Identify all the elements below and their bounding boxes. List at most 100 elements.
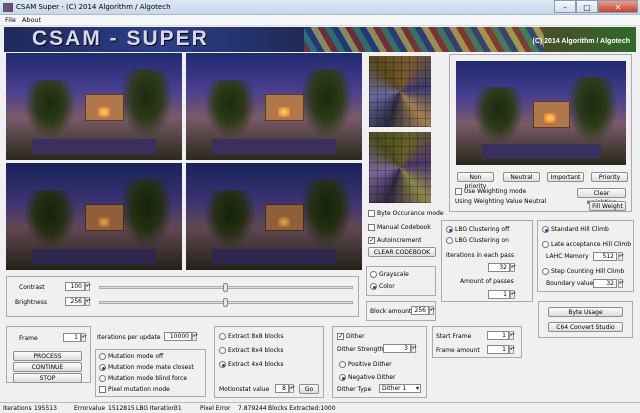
codebook-preview [369, 56, 431, 127]
frame-input[interactable]: 1 [63, 333, 81, 342]
dither-strength-spinner[interactable]: ▲▼ [411, 344, 417, 353]
autoincrement-checkbox[interactable]: Autoincrement [368, 236, 421, 244]
motionstat-spinner[interactable]: ▲▼ [289, 384, 295, 393]
contrast-input[interactable]: 100 [65, 282, 85, 291]
mutation-mate-radio[interactable]: Mutation mode mate closest [99, 364, 194, 371]
iterations-pass-label: Iterations in each pass [446, 252, 514, 259]
status-bar: Iterations 195513 Errorvalue 1512815 LBG… [0, 402, 640, 413]
manual-codebook-checkbox[interactable]: Manual Codebook [368, 224, 431, 231]
menu-file[interactable]: File [5, 16, 16, 24]
title-bar: CSAM Super - (C) 2014 Algorithm / Algote… [0, 0, 640, 15]
frame-amount-label: Frame amount [436, 347, 480, 354]
step-counting-radio[interactable]: Step Counting Hill Climb [542, 268, 624, 275]
mutation-blind-radio[interactable]: Mutation mode blind force [99, 375, 187, 382]
clear-weighting-button[interactable]: Clear weighting [577, 188, 626, 206]
lahc-memory-label: LAHC Memory [546, 253, 589, 260]
block-amount-label: Block amount [370, 308, 412, 315]
lbg-off-radio[interactable]: LBG Clustering off [446, 226, 509, 233]
motionstat-input[interactable]: 8 [275, 384, 289, 393]
important-button[interactable]: Important [547, 172, 584, 182]
frame-spinner[interactable]: ▲▼ [81, 333, 87, 342]
stop-button[interactable]: STOP [13, 373, 82, 383]
iterations-update-spinner[interactable]: ▲▼ [192, 332, 198, 341]
banner-title: CSAM - SUPER [32, 27, 209, 50]
late-acceptance-radio[interactable]: Late acceptance Hill Climb [542, 241, 631, 248]
status-iterations-value: 195513 [34, 405, 57, 412]
contrast-label: Contrast [19, 284, 45, 291]
dither-checkbox[interactable]: Dither [337, 332, 365, 340]
frame-label: Frame [19, 335, 38, 342]
process-button[interactable]: PROCESS [13, 351, 82, 361]
standard-hill-radio[interactable]: Standard Hill Climb [542, 226, 609, 233]
start-frame-input[interactable]: 1 [487, 331, 509, 340]
iterations-update-input[interactable]: 10000 [164, 332, 192, 341]
go-button[interactable]: Go [299, 384, 319, 394]
status-errorvalue-value: 1512815 [108, 405, 135, 412]
priority-button[interactable]: Priority [591, 172, 628, 182]
contrast-slider-thumb[interactable] [223, 283, 228, 292]
menu-bar: File About [0, 15, 640, 26]
clear-codebook-button[interactable]: CLEAR CODEBOOK [368, 247, 436, 257]
weighting-preview[interactable] [456, 61, 626, 165]
boundary-label: Boundary value [546, 280, 594, 287]
tools-panel: Byte Usage C64 Convert Studio [538, 301, 633, 338]
lbg-on-radio[interactable]: LBG Clustering on [446, 237, 509, 244]
passes-input[interactable]: 1 [488, 290, 510, 299]
status-pixel-label: Pixel Error [200, 405, 231, 412]
fill-weight-button[interactable]: Fill Weight [589, 201, 626, 211]
non-priority-button[interactable]: Non priority [457, 172, 494, 190]
block-amount-input[interactable]: 256 [411, 306, 429, 315]
maximize-button[interactable]: □ [576, 0, 598, 13]
negative-dither-radio[interactable]: Negative Dither [339, 374, 395, 381]
dither-type-select[interactable]: Dither 1 [379, 384, 421, 393]
mutation-off-radio[interactable]: Mutation mode off [99, 353, 163, 360]
brightness-slider-thumb[interactable] [223, 298, 228, 307]
lahc-memory-spinner[interactable]: ▲▼ [618, 252, 624, 261]
color-radio[interactable]: Color [370, 283, 395, 290]
boundary-spinner[interactable]: ▲▼ [618, 279, 624, 288]
status-pixel-value: 7.879244 [238, 405, 267, 412]
preview-image-processed [186, 53, 362, 160]
lahc-memory-input[interactable]: 512 [593, 252, 617, 261]
extract-8x4-radio[interactable]: Extract 8x4 blocks [219, 347, 284, 354]
extract-8x8-radio[interactable]: Extract 8x8 blocks [219, 333, 284, 340]
status-lbg-label: LBG Iteration [136, 405, 176, 412]
dither-type-label: Dither Type [337, 386, 372, 393]
banner-graphic [304, 27, 544, 52]
neutral-button[interactable]: Neutral [503, 172, 540, 182]
minimize-button[interactable]: – [554, 0, 576, 13]
byte-usage-button[interactable]: Byte Usage [548, 307, 623, 317]
lbg-panel: LBG Clustering off LBG Clustering on Ite… [441, 220, 533, 302]
banner: CSAM - SUPER (C) 2014 Algorithm / Algote… [4, 27, 636, 52]
iterations-pass-spinner[interactable]: ▲▼ [510, 263, 516, 272]
dither-strength-input[interactable]: 3 [383, 344, 411, 353]
passes-spinner[interactable]: ▲▼ [510, 290, 516, 299]
status-iterations-label: Iterations [3, 405, 32, 412]
extract-4x4-radio[interactable]: Extract 4x4 blocks [219, 361, 284, 368]
contrast-spinner[interactable]: ▲▼ [85, 282, 91, 291]
start-frame-spinner[interactable]: ▲▼ [509, 331, 515, 340]
color-mode-panel: Grayscale Color [366, 266, 436, 296]
iterations-pass-input[interactable]: 32 [488, 263, 510, 272]
continue-button[interactable]: CONTINUE [13, 362, 82, 372]
block-amount-spinner[interactable]: ▲▼ [429, 306, 435, 315]
brightness-spinner[interactable]: ▲▼ [85, 297, 91, 306]
grayscale-radio[interactable]: Grayscale [370, 271, 409, 278]
c64-convert-button[interactable]: C64 Convert Studio [548, 322, 623, 332]
status-lbg-value: 31 [174, 405, 182, 412]
brightness-input[interactable]: 256 [65, 297, 85, 306]
frame-amount-spinner[interactable]: ▲▼ [509, 345, 515, 354]
pixel-mutation-checkbox[interactable]: Pixel mutation mode [99, 386, 170, 393]
brightness-label: Brightness [15, 299, 47, 306]
close-button[interactable]: ✕ [598, 0, 638, 13]
preview-image-original [6, 53, 182, 160]
menu-about[interactable]: About [22, 16, 41, 24]
byte-occurance-checkbox[interactable]: Byte Occurance mode [368, 210, 444, 217]
adjust-panel: Contrast 100 ▲▼ Brightness 256 ▲▼ [6, 276, 359, 317]
boundary-input[interactable]: 32 [593, 279, 617, 288]
motionstat-label: Motionstat value [219, 386, 270, 393]
use-weighting-checkbox[interactable]: Use Weighting mode [455, 188, 526, 195]
frame-amount-input[interactable]: 1 [487, 345, 509, 354]
codebook-preview-2 [369, 132, 431, 203]
positive-dither-radio[interactable]: Positive Dither [339, 361, 392, 368]
